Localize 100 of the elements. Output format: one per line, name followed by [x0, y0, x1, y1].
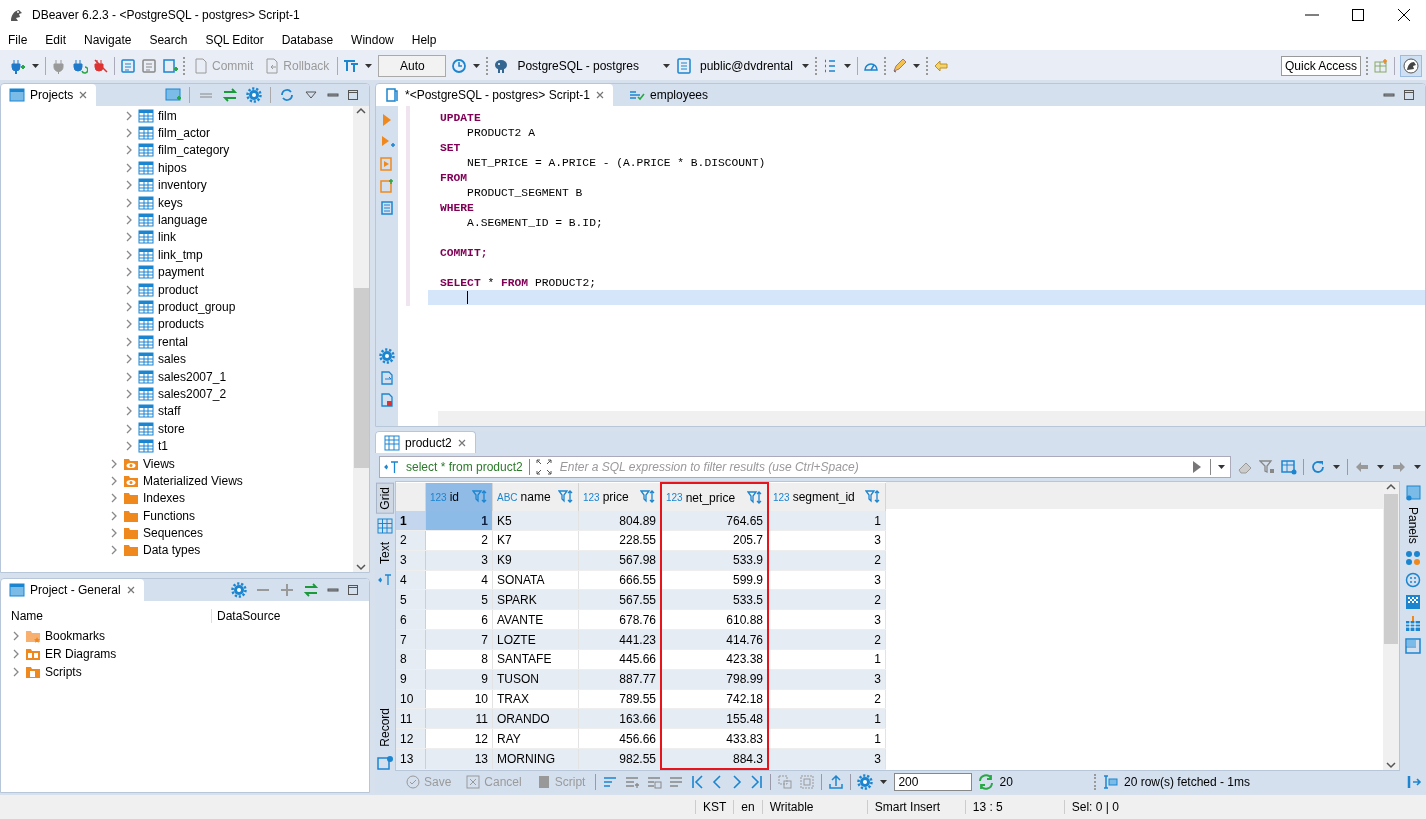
last-page-icon[interactable]: [750, 774, 765, 790]
column-header[interactable]: 123 segment_id: [768, 483, 886, 512]
tree-item[interactable]: film_category: [158, 143, 230, 158]
caret-icon[interactable]: [472, 61, 482, 71]
copy-row-icon[interactable]: [646, 774, 663, 790]
tree-item[interactable]: language: [158, 213, 208, 228]
new-folder-icon[interactable]: [165, 87, 181, 103]
editor-tab[interactable]: employees: [621, 84, 716, 106]
tree-item[interactable]: Views: [143, 456, 175, 471]
scroll-down-icon[interactable]: [1384, 760, 1398, 770]
tree-item[interactable]: film: [158, 108, 177, 123]
execute-script-icon[interactable]: [379, 134, 395, 150]
panels-tab[interactable]: Panels: [1406, 507, 1420, 544]
tree-item[interactable]: product_group: [158, 300, 236, 314]
tree-item[interactable]: ER Diagrams: [45, 647, 117, 661]
row-number[interactable]: 4: [396, 570, 426, 590]
row-number[interactable]: 12: [396, 728, 426, 749]
settings-icon[interactable]: [246, 87, 262, 103]
tree-item[interactable]: t1: [158, 439, 168, 454]
chart-grid-icon[interactable]: [1405, 615, 1421, 632]
tree-item[interactable]: sales2007_2: [158, 386, 227, 401]
row-number[interactable]: 10: [396, 689, 426, 709]
tree-item[interactable]: Indexes: [143, 491, 186, 506]
expand-icon[interactable]: [279, 582, 295, 598]
row-number[interactable]: 5: [396, 589, 426, 610]
toggle-panel-icon[interactable]: [1406, 774, 1422, 790]
forward-arrow-icon[interactable]: [1391, 459, 1407, 475]
upload-icon[interactable]: [828, 774, 845, 790]
tree-item[interactable]: sales: [158, 352, 186, 367]
column-header[interactable]: 123 net_price: [661, 483, 768, 512]
caret-icon[interactable]: [1376, 462, 1385, 472]
explain-plan-icon[interactable]: [379, 200, 395, 216]
tree-item[interactable]: link: [158, 230, 176, 245]
minimize-icon[interactable]: [327, 90, 339, 100]
caret-icon[interactable]: [842, 61, 852, 71]
caret-icon[interactable]: [1332, 462, 1341, 472]
grid-icon[interactable]: [377, 517, 393, 534]
tree-item[interactable]: Bookmarks: [45, 629, 106, 643]
record-icon[interactable]: [377, 755, 393, 771]
column-header[interactable]: DataSource: [212, 609, 281, 623]
column-header[interactable]: 123 id: [425, 483, 493, 512]
run-new-tab-icon[interactable]: [379, 178, 395, 194]
tree-item[interactable]: sales2007_1: [158, 369, 227, 384]
caret-icon[interactable]: [800, 61, 810, 71]
connection-selector[interactable]: PostgreSQL - postgres: [514, 59, 642, 73]
schema-selector[interactable]: public@dvdrental: [697, 59, 796, 73]
menu-item[interactable]: Help: [411, 33, 444, 47]
row-number[interactable]: 6: [396, 609, 426, 630]
expand-arrows-icon[interactable]: [535, 459, 552, 475]
caret-icon[interactable]: [31, 61, 40, 71]
caret-icon[interactable]: [662, 61, 671, 71]
new-script-icon[interactable]: [162, 58, 178, 74]
settings-icon[interactable]: [231, 582, 247, 598]
row-number[interactable]: 8: [396, 649, 426, 670]
view-tab[interactable]: Grid: [376, 483, 394, 514]
tree-item[interactable]: inventory: [158, 178, 207, 193]
menu-item[interactable]: Search: [149, 33, 195, 47]
add-row-icon[interactable]: [624, 774, 641, 790]
quick-access-field[interactable]: Quick Access: [1280, 56, 1361, 76]
row-number[interactable]: 2: [396, 530, 426, 551]
refresh-icon[interactable]: [1310, 459, 1326, 475]
page-size-field[interactable]: 200: [894, 773, 972, 791]
filter-sort-icon[interactable]: [747, 489, 763, 506]
document-icon[interactable]: [379, 392, 395, 408]
column-header[interactable]: ABC name: [492, 483, 579, 512]
results-tab[interactable]: product2: [375, 431, 476, 454]
tree-item[interactable]: Scripts: [45, 665, 82, 679]
caret-icon[interactable]: [1413, 462, 1422, 472]
menu-item[interactable]: Database: [281, 33, 341, 47]
horizontal-scrollbar[interactable]: [438, 411, 1425, 426]
delete-row-icon[interactable]: [668, 774, 685, 790]
tree-item[interactable]: rental: [158, 334, 189, 349]
menu-item[interactable]: File: [8, 33, 35, 47]
tree-item[interactable]: film_actor: [158, 126, 210, 141]
settings-icon[interactable]: [857, 774, 874, 790]
view-tab[interactable]: Record: [376, 704, 394, 751]
scroll-up-icon[interactable]: [354, 106, 368, 116]
tree-item[interactable]: product: [158, 282, 199, 297]
scrollbar-thumb[interactable]: [1384, 494, 1398, 644]
first-page-icon[interactable]: [690, 774, 705, 790]
tree-item[interactable]: payment: [158, 265, 205, 280]
menu-item[interactable]: Edit: [45, 33, 74, 47]
menu-item[interactable]: SQL Editor: [205, 33, 271, 47]
column-header[interactable]: Name: [1, 609, 212, 623]
caret-icon[interactable]: [879, 777, 889, 787]
panels-icon[interactable]: [1405, 485, 1421, 501]
row-number[interactable]: 7: [396, 629, 426, 650]
row-number[interactable]: 9: [396, 669, 426, 690]
table-settings-icon[interactable]: [1281, 459, 1297, 475]
select-cell-icon[interactable]: [799, 774, 816, 790]
reconnect-plug-icon[interactable]: [72, 58, 88, 74]
view-tab[interactable]: Text: [376, 537, 394, 568]
filter-settings-icon[interactable]: [1259, 459, 1275, 475]
minimize-icon[interactable]: [1383, 90, 1395, 100]
row-number[interactable]: 13: [396, 748, 426, 769]
tree-item[interactable]: Data types: [143, 543, 201, 558]
close-icon[interactable]: [1396, 7, 1412, 23]
schema-icon[interactable]: [676, 58, 692, 74]
tree-item[interactable]: hipos: [158, 160, 187, 175]
edit-rows-icon[interactable]: [602, 774, 619, 790]
